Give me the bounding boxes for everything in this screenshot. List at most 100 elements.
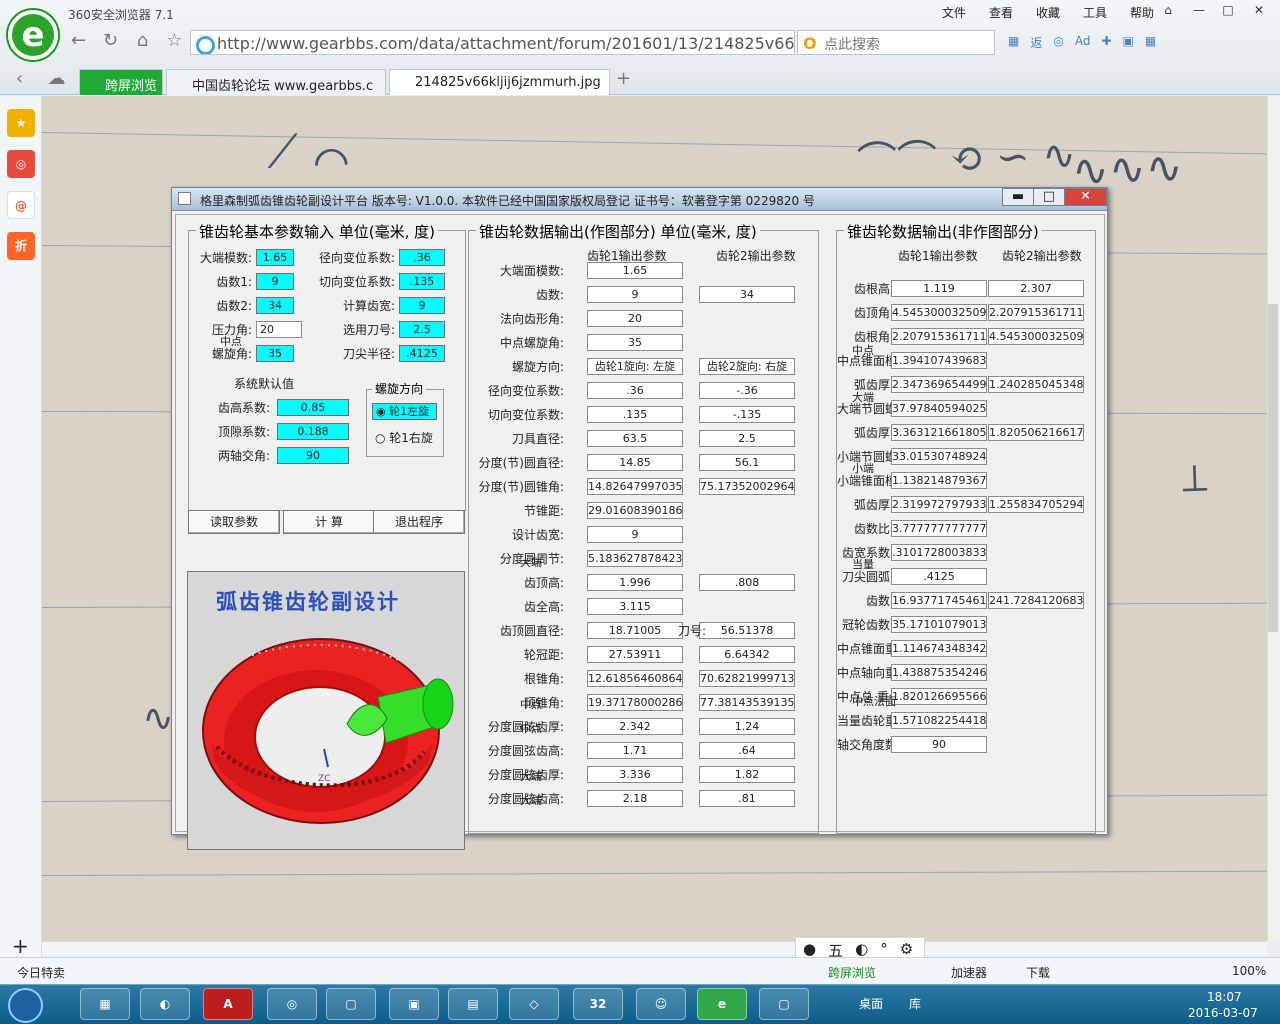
punctuation-icon[interactable]: °: [880, 940, 888, 958]
calculate-button[interactable]: 计 算: [283, 510, 375, 534]
nondrawing-output-row-value-1[interactable]: 1.4388753542468: [891, 664, 987, 681]
gear-output-row-value-1[interactable]: 20: [587, 310, 683, 327]
weibo-icon[interactable]: ◎: [7, 150, 35, 178]
tool-task-icon[interactable]: 32: [573, 988, 623, 1020]
nondrawing-output-row-value-1[interactable]: 2.2079153617112: [891, 328, 987, 345]
left-hand-radio[interactable]: ◉ 轮1左旋: [372, 403, 437, 420]
calculator-task-icon[interactable]: ▦: [80, 988, 130, 1020]
shaft-angle-input[interactable]: 90: [277, 447, 349, 464]
nondrawing-output-row-value-2[interactable]: 1.2402850453487: [988, 376, 1084, 393]
gear-output-row-value-1[interactable]: 3.336: [587, 766, 683, 783]
gear-output-row-value-1[interactable]: 9: [587, 526, 683, 543]
gift-icon[interactable]: ✚: [1101, 34, 1111, 51]
settings-icon[interactable]: ⚙: [900, 940, 913, 958]
nondrawing-output-row-value-1[interactable]: 33.015307489242: [891, 448, 987, 465]
gear-output-row-value-2[interactable]: .64: [699, 742, 795, 759]
star-icon[interactable]: ☆: [162, 30, 187, 54]
tab-cross-screen[interactable]: 跨屏浏览: [79, 69, 163, 95]
gear-output-row-value-2[interactable]: 56.1: [699, 454, 795, 471]
gear-output-row-value-1[interactable]: 35: [587, 334, 683, 351]
menu-view[interactable]: 查看: [989, 4, 1013, 21]
mail-icon[interactable]: @: [7, 191, 35, 219]
cross-screen-status[interactable]: 跨屏浏览: [828, 964, 876, 981]
gear-output-row-value-2[interactable]: 1.82: [699, 766, 795, 783]
document-task-icon[interactable]: ◇: [509, 988, 559, 1020]
gear-output-row-value-1[interactable]: 14.826479970355: [587, 478, 683, 495]
qq-task-icon[interactable]: ☺: [636, 988, 686, 1020]
search-input[interactable]: O 点此搜索: [797, 30, 995, 55]
nondrawing-output-row-value-1[interactable]: 1.5710822544181: [891, 712, 987, 729]
discount-icon[interactable]: 折: [7, 232, 35, 260]
apps-icon[interactable]: ▦: [1008, 34, 1019, 51]
start-icon[interactable]: [8, 988, 43, 1023]
menu-tools[interactable]: 工具: [1083, 4, 1107, 21]
nondrawing-output-row-value-1[interactable]: 1.119: [891, 280, 987, 297]
right-hand-radio[interactable]: ○ 轮1右旋: [375, 429, 433, 446]
gear-output-row-value-2[interactable]: 1.24: [699, 718, 795, 735]
nondrawing-output-row-value-1[interactable]: 16.937717454615: [891, 592, 987, 609]
module-input[interactable]: 1.65: [256, 249, 294, 266]
accelerator-status[interactable]: 加速器: [951, 964, 987, 981]
tab-image[interactable]: 214825v66kljij6jzmmurh.jpg: [389, 69, 610, 95]
read-parameters-button[interactable]: 读取参数: [188, 510, 280, 534]
address-bar[interactable]: http://www.gearbbs.com/data/attachment/f…: [190, 30, 795, 55]
nondrawing-output-row-value-1[interactable]: 4.5453000325090: [891, 304, 987, 321]
nondrawing-output-row-value-2[interactable]: 1.2558347052941: [988, 496, 1084, 513]
home-icon[interactable]: ⌂: [1153, 0, 1183, 22]
z2-input[interactable]: 34: [256, 297, 294, 314]
daily-deals-link[interactable]: 今日特卖: [17, 964, 65, 981]
face-width-input[interactable]: 9: [399, 297, 445, 314]
zoom-status[interactable]: 100%: [1232, 964, 1266, 978]
nondrawing-output-row-value-1[interactable]: 35.171010790138: [891, 616, 987, 633]
gear-output-row-value-1[interactable]: 1.65: [587, 262, 683, 279]
dialog-maximize-button[interactable]: □: [1033, 188, 1065, 206]
nondrawing-output-row-value-1[interactable]: 1.3941074396837: [891, 352, 987, 369]
ad-icon[interactable]: Ad: [1075, 34, 1091, 51]
gear-output-row-value-1[interactable]: 1.71: [587, 742, 683, 759]
clearance-input[interactable]: 0.188: [277, 423, 349, 440]
sidebar-toggle-icon[interactable]: ‹: [7, 68, 32, 92]
nondrawing-output-row-value-1[interactable]: .31017280038337: [891, 544, 987, 561]
gear-output-row-value-1[interactable]: 63.5: [587, 430, 683, 447]
moon-icon[interactable]: ◐: [855, 940, 868, 958]
nondrawing-output-row-value-1[interactable]: 3.3631216618053: [891, 424, 987, 441]
gear-output-row-value-2[interactable]: 75.173520029644: [699, 478, 795, 495]
nondrawing-output-row-value-1[interactable]: 90: [891, 736, 987, 753]
gear-output-row-value-1[interactable]: 14.85: [587, 454, 683, 471]
nondrawing-output-row-value-1[interactable]: .4125: [891, 568, 987, 585]
exit-program-button[interactable]: 退出程序: [373, 510, 465, 534]
new-tab-icon[interactable]: +: [611, 68, 636, 92]
pdf-task-icon[interactable]: A: [203, 988, 253, 1020]
gear-output-row-value-1[interactable]: 2.18: [587, 790, 683, 807]
shield-icon[interactable]: ◎: [1053, 34, 1063, 51]
favorite-star-icon[interactable]: ★: [7, 109, 35, 137]
gear-output-row-value-1[interactable]: 19.371780002864: [587, 694, 683, 711]
gear-output-row-value-2[interactable]: 56.51378: [699, 622, 795, 639]
pressure-angle-select[interactable]: 20: [256, 321, 302, 338]
gear-output-row-value-1[interactable]: .36: [587, 382, 683, 399]
download-status[interactable]: 下载: [1026, 964, 1050, 981]
menu-file[interactable]: 文件: [942, 4, 966, 21]
tip-radius-input[interactable]: .4125: [399, 345, 445, 362]
cloud-icon[interactable]: ☁: [44, 68, 69, 92]
image-icon[interactable]: ▣: [1123, 34, 1134, 51]
dialog-close-button[interactable]: ✕: [1064, 188, 1107, 206]
gear-output-row-value-1[interactable]: 29.0160839018638: [587, 502, 683, 519]
nondrawing-output-row-value-1[interactable]: 1.1146743483428: [891, 640, 987, 657]
gear-output-row-value-2[interactable]: 6.64342: [699, 646, 795, 663]
nondrawing-output-row-value-2[interactable]: 2.307: [988, 280, 1084, 297]
z1-input[interactable]: 9: [256, 273, 294, 290]
gear-output-row-value-1[interactable]: 3.115: [587, 598, 683, 615]
desktop-label[interactable]: 桌面: [859, 995, 883, 1012]
library-label[interactable]: 库: [909, 995, 921, 1012]
translate-icon[interactable]: 返: [1030, 34, 1042, 51]
wubi-icon[interactable]: 五: [828, 940, 843, 960]
gear-output-row-value-1[interactable]: 齿轮1旋向: 左旋: [587, 358, 683, 375]
add-sidebar-icon[interactable]: +: [12, 934, 29, 958]
cutter-input[interactable]: 2.5: [399, 321, 445, 338]
menu-favorites[interactable]: 收藏: [1036, 4, 1060, 21]
gear-output-row-value-1[interactable]: 9: [587, 286, 683, 303]
nondrawing-output-row-value-1[interactable]: 3.7777777777777: [891, 520, 987, 537]
close-icon[interactable]: ✕: [1244, 0, 1274, 22]
back-icon[interactable]: ←: [66, 30, 91, 54]
